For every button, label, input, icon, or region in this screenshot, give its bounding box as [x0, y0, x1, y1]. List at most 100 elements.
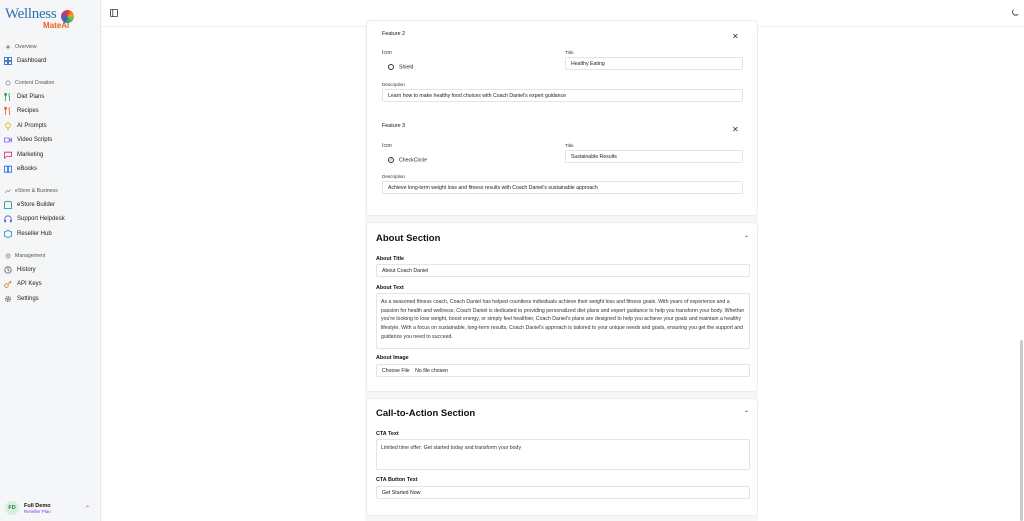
section-heading: About Section: [376, 233, 441, 244]
theme-toggle-moon-icon[interactable]: [1011, 9, 1019, 17]
user-name: Full Demo: [24, 502, 51, 509]
chef-icon: [4, 107, 10, 115]
sidebar-item-label: eStore Builder: [17, 202, 56, 208]
book-icon: [4, 165, 12, 173]
sidebar-item-label: Video Scripts: [17, 137, 53, 143]
headset-icon: [4, 215, 12, 223]
user-plan: Reseller Plan: [24, 508, 51, 514]
icon-label: Icon: [382, 143, 392, 149]
title-input[interactable]: Sustainable Results: [565, 150, 743, 163]
about-title-input[interactable]: About Coach Daniel: [376, 264, 750, 277]
sidebar-item-video-scripts[interactable]: Video Scripts: [4, 135, 96, 145]
sidebar-item-api-keys[interactable]: API Keys: [4, 279, 96, 289]
sidebar-item-settings[interactable]: Settings: [4, 294, 96, 304]
description-input[interactable]: Achieve long-term weight loss and fitnes…: [382, 181, 743, 194]
store-icon: [4, 201, 12, 209]
sidebar-item-support-helpdesk[interactable]: Support Helpdesk: [4, 214, 96, 224]
title-label: Title: [565, 50, 574, 55]
about-section-card: About Section ⌃ About Title About Coach …: [366, 222, 758, 392]
sidebar-item-label: AI Prompts: [17, 123, 47, 129]
collapse-chevron-up-icon[interactable]: ⌃: [744, 410, 749, 417]
avatar: FD: [5, 501, 19, 515]
sidebar-item-reseller-hub[interactable]: Reseller Hub: [4, 229, 96, 239]
section-label: Content Creation: [15, 80, 55, 86]
sidebar-item-label: Recipes: [17, 108, 39, 114]
user-profile[interactable]: FD Full Demo Reseller Plan ⌃: [5, 501, 95, 515]
message-icon: [4, 151, 12, 159]
bulb-icon: [5, 122, 11, 130]
sidebar-item-recipes[interactable]: Recipes: [4, 106, 96, 116]
feature-heading: Feature 3: [382, 123, 406, 129]
sidebar-item-label: eBooks: [17, 166, 38, 172]
title-input[interactable]: Healthy Eating: [565, 57, 743, 70]
cta-text-textarea[interactable]: Limited time offer: Get started today an…: [376, 439, 750, 470]
section-label: Management: [15, 253, 46, 259]
brand-mark-icon: [61, 10, 74, 23]
gear-icon: [4, 295, 12, 303]
description-input[interactable]: Learn how to make healthy food choices w…: [382, 89, 743, 102]
dashboard-icon: [4, 57, 12, 65]
cta-button-text-label: CTA Button Text: [376, 477, 418, 483]
icon-select-value: CheckCircle: [399, 157, 427, 164]
sidebar-item-history[interactable]: History: [4, 265, 96, 275]
sidebar-item-label: Marketing: [17, 152, 44, 158]
sidebar-item-ai-prompts[interactable]: AI Prompts: [4, 121, 96, 131]
utensils-icon: [4, 93, 10, 101]
section-management: Management: [5, 253, 45, 259]
sidebar-item-label: Support Helpdesk: [17, 216, 65, 222]
video-icon: [4, 137, 12, 143]
icon-select[interactable]: ✓ CheckCircle: [382, 154, 560, 167]
section-label: eStore & Business: [15, 188, 58, 194]
cta-text-label: CTA Text: [376, 431, 399, 437]
no-file-text: No file chosen: [415, 368, 449, 374]
cta-button-text-input[interactable]: Get Started Now: [376, 486, 750, 499]
cog-small-icon: [5, 253, 11, 259]
feature-heading: Feature 2: [382, 31, 406, 37]
sidebar-item-label: History: [17, 267, 36, 273]
remove-feature-close-icon[interactable]: ✕: [732, 125, 739, 134]
about-text-textarea[interactable]: As a seasoned fitness coach, Coach Danie…: [376, 293, 750, 349]
main-content: Feature 2 ✕ Icon Shield Title Healthy Ea…: [101, 0, 1024, 521]
sidebar-toggle-icon[interactable]: [110, 9, 118, 17]
sidebar-item-label: Dashboard: [17, 58, 47, 64]
sidebar-item-dashboard[interactable]: Dashboard: [4, 56, 96, 66]
settings-small-icon: [5, 80, 11, 86]
section-estore-business: eStore & Business: [5, 188, 58, 194]
about-image-file-input[interactable]: Choose File No file chosen: [376, 364, 750, 377]
section-heading: Call-to-Action Section: [376, 408, 476, 419]
sidebar-item-ebooks[interactable]: eBooks: [4, 164, 96, 174]
trend-icon: [5, 188, 11, 194]
scrollbar[interactable]: [1020, 340, 1023, 521]
sparkle-icon: [5, 44, 11, 50]
sidebar-item-label: Reseller Hub: [17, 231, 52, 237]
shield-icon: [388, 64, 394, 70]
sidebar-item-label: API Keys: [17, 281, 42, 287]
collapse-chevron-up-icon[interactable]: ⌃: [744, 235, 749, 242]
description-label: Description: [382, 174, 405, 179]
icon-select[interactable]: Shield: [382, 61, 560, 74]
package-icon: [4, 230, 12, 238]
section-label: Overview: [15, 44, 37, 50]
sidebar-item-marketing[interactable]: Marketing: [4, 150, 96, 160]
sidebar-item-label: Diet Plans: [17, 94, 45, 100]
remove-feature-close-icon[interactable]: ✕: [732, 32, 739, 41]
icon-select-value: Shield: [399, 64, 414, 71]
sidebar-item-label: Settings: [17, 296, 39, 302]
chevron-up-icon: ⌃: [85, 506, 91, 512]
sidebar: Wellness MateAI Overview Dashboard Conte…: [0, 0, 101, 521]
about-image-label: About Image: [376, 355, 409, 361]
key-icon: [4, 280, 12, 288]
section-overview: Overview: [5, 44, 37, 50]
sidebar-item-diet-plans[interactable]: Diet Plans: [4, 92, 96, 102]
choose-file-button[interactable]: Choose File: [382, 368, 410, 374]
title-label: Title: [565, 143, 574, 148]
brand-logo[interactable]: Wellness MateAI: [5, 7, 85, 31]
cta-section-card: Call-to-Action Section ⌃ CTA Text Limite…: [366, 398, 758, 516]
check-circle-icon: ✓: [388, 157, 394, 163]
sidebar-item-estore-builder[interactable]: eStore Builder: [4, 200, 96, 210]
about-text-label: About Text: [376, 285, 404, 291]
icon-label: Icon: [382, 50, 392, 56]
features-card: Feature 2 ✕ Icon Shield Title Healthy Ea…: [366, 20, 758, 216]
about-title-label: About Title: [376, 256, 405, 262]
description-label: Description: [382, 82, 405, 87]
